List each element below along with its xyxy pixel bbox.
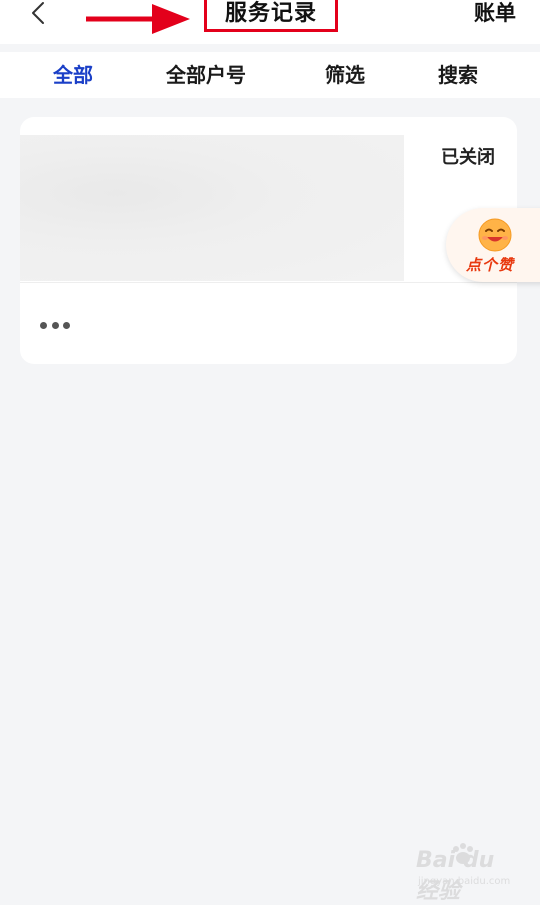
more-options-button[interactable] — [40, 315, 70, 335]
bill-button[interactable]: 账单 — [474, 0, 516, 28]
watermark-url: jingyan.baidu.com — [418, 876, 511, 887]
back-button[interactable] — [26, 0, 50, 28]
more-dots-icon — [40, 321, 47, 329]
status-badge: 已关闭 — [441, 147, 495, 168]
page-title: 服务记录 — [224, 1, 317, 26]
right-arrow-icon — [86, 4, 190, 34]
filter-tabs: 全部 全部户号 筛选 搜索 — [0, 52, 540, 98]
like-label: 点个赞 — [466, 256, 515, 274]
service-record-card[interactable]: 已关闭 — [20, 117, 517, 364]
tab-search[interactable]: 搜索 — [438, 52, 478, 98]
tab-filter[interactable]: 筛选 — [325, 52, 365, 98]
chevron-left-icon — [32, 2, 44, 24]
page-title-highlight: 服务记录 — [204, 0, 338, 32]
more-dots-icon — [51, 321, 59, 329]
tab-all-accounts[interactable]: 全部户号 — [166, 52, 246, 98]
card-divider — [20, 282, 517, 283]
redacted-record-content — [20, 135, 404, 281]
smiley-face-icon — [478, 218, 512, 252]
watermark: Bai du 经验 jingyan.baidu.com — [410, 840, 520, 904]
tab-all[interactable]: 全部 — [53, 52, 93, 98]
like-floating-button[interactable]: 点个赞 — [446, 208, 540, 282]
top-nav-bar: 服务记录 账单 — [0, 0, 540, 44]
more-dots-icon — [63, 321, 70, 329]
